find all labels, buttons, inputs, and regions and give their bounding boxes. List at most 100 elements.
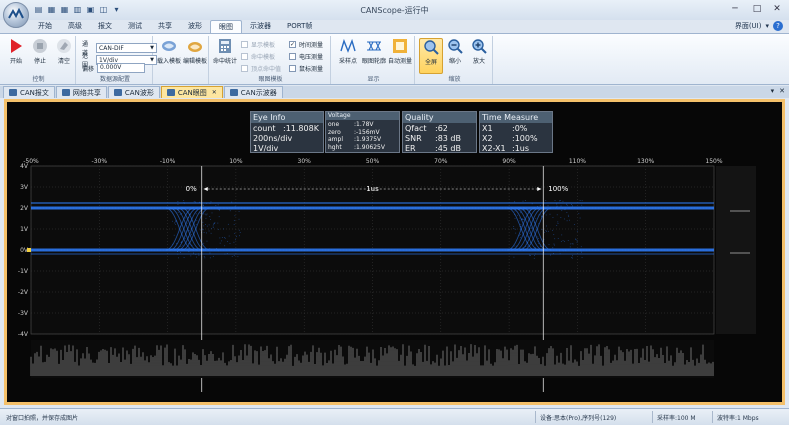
noise-sample (181, 212, 183, 214)
noise-sample (514, 210, 516, 212)
marker-x1-label: 0% (186, 185, 197, 193)
show-template-checkbox[interactable]: 显示模板 (241, 40, 275, 49)
hit-template-checkbox[interactable]: 命中模板 (241, 52, 275, 61)
noise-sample (214, 222, 216, 224)
noise-sample (172, 243, 174, 245)
help-icon[interactable]: ? (773, 21, 783, 31)
noise-sample (536, 229, 537, 231)
noise-sample (203, 242, 205, 244)
zoom-in-label: 放大 (472, 58, 485, 65)
clear-button[interactable]: 清空 (52, 38, 76, 65)
document-tab[interactable]: CAN报文 (3, 86, 55, 98)
zoom-out-button[interactable]: 缩小 (443, 38, 467, 65)
noise-sample (546, 225, 547, 227)
document-tab[interactable]: 网络共享 (55, 86, 107, 98)
document-tab[interactable]: CAN波形 (107, 86, 160, 98)
noise-sample (187, 217, 189, 218)
time-measure-checkbox[interactable]: ✓ 时间测量 (289, 40, 323, 49)
zoom-out-label: 缩小 (448, 58, 461, 65)
noise-sample (239, 232, 241, 233)
noise-sample (569, 246, 571, 248)
ribbon-tabs: 开始 高级 报文 测试 共享 波形 眼图 示波器 PORT帧 (30, 20, 320, 33)
load-template-button[interactable]: 载入模板 (157, 38, 181, 65)
noise-sample (195, 253, 197, 255)
zoom-in-button[interactable]: 放大 (467, 38, 491, 65)
noise-sample (547, 205, 549, 207)
noise-sample (552, 217, 554, 218)
edit-template-button[interactable]: 编辑模板 (183, 38, 207, 65)
noise-sample (520, 228, 522, 230)
fullscreen-button[interactable]: 全屏 (419, 38, 443, 74)
noise-sample (212, 225, 214, 227)
noise-sample (175, 220, 177, 222)
noise-sample (174, 222, 176, 224)
hit-stats-button[interactable]: 命中统计 (213, 38, 237, 65)
ribbon-tab[interactable]: 测试 (120, 20, 150, 33)
noise-sample (553, 252, 554, 254)
noise-sample (545, 214, 547, 216)
hit-stats-label: 命中统计 (213, 58, 238, 65)
document-tab-icon (61, 89, 70, 96)
eye-diagram-plot[interactable]: -50% -30% -10% 10% 30% 50% 70% 90% 110% 130% 150%4… (7, 102, 782, 402)
document-tabs: CAN报文 网络共享 CAN波形 CAN眼图 ✕ CAN示波器 (0, 86, 789, 98)
document-tab[interactable]: CAN示波器 (223, 86, 283, 98)
noise-sample (535, 253, 536, 255)
noise-sample (187, 236, 189, 238)
close-document-icon[interactable]: ✕ (779, 87, 785, 95)
noise-sample (233, 241, 235, 243)
minimize-button[interactable]: ─ (725, 2, 745, 16)
noise-sample (188, 230, 190, 232)
maximize-button[interactable]: □ (747, 2, 767, 16)
noise-sample (554, 244, 555, 246)
sample-point-button[interactable]: 采样点 (336, 38, 360, 65)
close-button[interactable]: ✕ (769, 2, 785, 16)
ribbon-tab[interactable]: 报文 (90, 20, 120, 33)
noise-sample (190, 213, 192, 215)
ui-menu[interactable]: 界面(UI) ▾ ? (735, 21, 783, 31)
noise-sample (224, 237, 226, 239)
mouse-measure-checkbox[interactable]: 鼠标测量 (289, 64, 323, 73)
noise-sample (236, 235, 237, 237)
top-hit-checkbox[interactable]: 顶点命中值 (241, 64, 281, 73)
noise-sample (217, 222, 219, 224)
status-message: 对窗口拍照，并保存成图片 (6, 415, 79, 422)
noise-sample (209, 203, 211, 204)
noise-sample (556, 214, 558, 216)
noise-sample (538, 223, 540, 225)
ribbon-tab[interactable]: 眼图 (210, 20, 242, 33)
stop-button[interactable]: 停止 (28, 38, 52, 65)
close-tab-icon[interactable]: ✕ (212, 89, 217, 96)
auto-measure-button[interactable]: 自动测量 (388, 38, 412, 65)
noise-sample (545, 250, 547, 252)
noise-sample (527, 235, 529, 237)
noise-sample (560, 217, 562, 218)
eye-outline-button[interactable]: 眼图轮廓 (362, 38, 386, 65)
tab-list-dropdown-icon[interactable]: ▾ (771, 87, 775, 95)
noise-sample (541, 229, 543, 230)
ribbon-tab[interactable]: 波形 (180, 20, 210, 33)
document-tab[interactable]: CAN眼图 ✕ (160, 86, 223, 98)
noise-sample (563, 218, 565, 220)
document-tab-label: CAN示波器 (240, 88, 277, 97)
noise-sample (549, 213, 551, 215)
ribbon-tab[interactable]: 高级 (60, 20, 90, 33)
noise-sample (173, 208, 175, 210)
y-tick-label: -4V (18, 331, 29, 338)
document-tab-controls: ▾ ✕ (771, 87, 785, 95)
x-tick-label: 70% (434, 158, 448, 165)
ribbon-tab[interactable]: 共享 (150, 20, 180, 33)
x-tick-label: -10% (160, 158, 176, 165)
ribbon-tab[interactable]: 示波器 (242, 20, 279, 33)
start-button[interactable]: 开始 (4, 38, 28, 65)
ribbon-tab[interactable]: PORT帧 (279, 20, 320, 33)
noise-sample (221, 237, 223, 238)
application-menu-button[interactable] (3, 2, 29, 28)
voltage-measure-checkbox[interactable]: 电压测量 (289, 52, 323, 61)
noise-sample (522, 247, 524, 249)
offset-input[interactable]: 0.000V (97, 63, 146, 73)
noise-sample (519, 228, 521, 230)
noise-sample (195, 219, 196, 221)
ribbon-tab[interactable]: 开始 (30, 20, 60, 33)
check-icon: ✓ (289, 40, 296, 48)
noise-sample (236, 249, 238, 251)
